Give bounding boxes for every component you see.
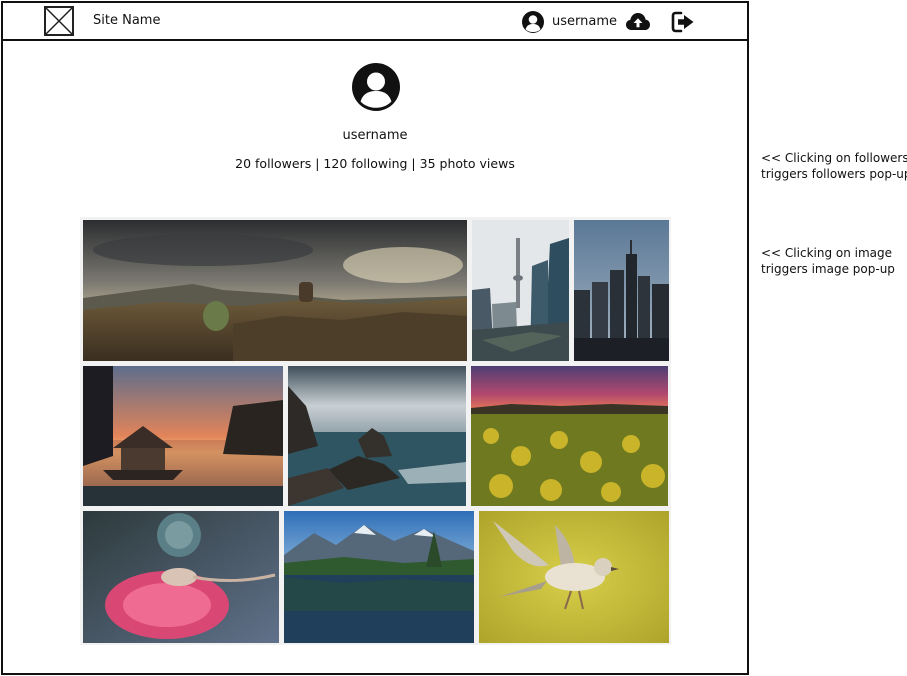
rapeseed-field-image: [471, 366, 668, 506]
stats-separator: |: [407, 156, 420, 171]
profile-avatar-icon: [352, 63, 400, 111]
annotation-image-line1: << Clicking on image: [761, 246, 893, 260]
gallery-photo-landscape-rock[interactable]: [83, 220, 467, 361]
gallery-photo-gazebo-lake[interactable]: [83, 366, 283, 506]
browser-window: Site Name username username 20 followers…: [1, 1, 749, 675]
gallery-photo-lizard-thistle[interactable]: [83, 511, 279, 643]
sign-out-icon[interactable]: [671, 11, 695, 33]
user-avatar-icon[interactable]: [521, 10, 545, 34]
gallery-photo-city-tower[interactable]: [472, 220, 569, 361]
top-navbar: Site Name username: [3, 3, 747, 41]
photo-views-count: 35 photo views: [419, 156, 515, 171]
annotation-image-line2: triggers image pop-up: [761, 262, 895, 276]
landscape-rock-image: [83, 220, 467, 361]
header-username[interactable]: username: [552, 13, 617, 31]
photo-gallery: [80, 217, 671, 645]
profile-stats: 20 followers | 120 following | 35 photo …: [3, 155, 747, 173]
mountain-lake-image: [284, 511, 474, 643]
bird-flight-image: [479, 511, 669, 643]
following-link[interactable]: 120 following: [323, 156, 407, 171]
logo-placeholder-icon[interactable]: [44, 6, 74, 36]
stats-separator: |: [311, 156, 324, 171]
annotation-followers-line2: triggers followers pop-up: [761, 167, 907, 181]
city-skyline-image: [574, 220, 669, 361]
city-tower-image: [472, 220, 569, 361]
gallery-photo-city-skyline[interactable]: [574, 220, 669, 361]
gallery-photo-mountain-lake[interactable]: [284, 511, 474, 643]
cloud-upload-icon[interactable]: [625, 11, 651, 33]
gazebo-lake-image: [83, 366, 283, 506]
lizard-thistle-image: [83, 511, 279, 643]
gallery-photo-bird-flight[interactable]: [479, 511, 669, 643]
profile-username: username: [342, 128, 408, 143]
rocky-coast-image: [288, 366, 466, 506]
site-name[interactable]: Site Name: [93, 12, 160, 30]
followers-link[interactable]: 20 followers: [235, 156, 311, 171]
annotation-followers-line1: << Clicking on followers: [761, 151, 907, 165]
gallery-photo-rocky-coast[interactable]: [288, 366, 466, 506]
gallery-photo-rapeseed-field[interactable]: [471, 366, 668, 506]
